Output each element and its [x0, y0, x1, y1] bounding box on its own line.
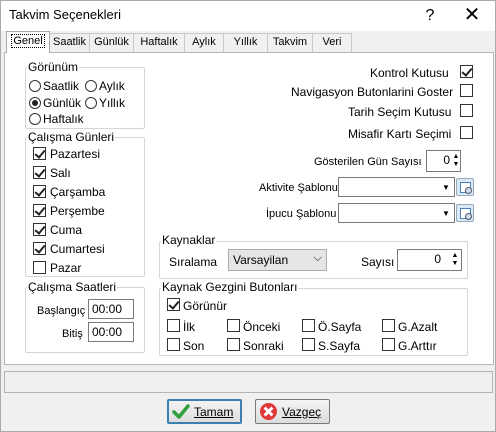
day-label-persembe: Perşembe [50, 204, 105, 218]
nav-zoom-out-label: G.Azalt [398, 320, 438, 334]
shown-days-label: Gösterilen Gün Sayısı [314, 156, 422, 168]
cancel-button-label: Vazgeç [282, 405, 322, 419]
nav-prev-label: Önceki [243, 320, 281, 334]
radio-label-aylik: Aylık [99, 79, 125, 93]
radio-label-gunluk: Günlük [43, 96, 82, 110]
visible-label: Görünür [183, 299, 228, 313]
checkbox-pazartesi[interactable] [33, 147, 46, 160]
end-time-input[interactable]: 00:00 [88, 322, 134, 342]
checkbox-persembe[interactable] [33, 204, 46, 217]
end-label: Bitiş [62, 328, 83, 340]
workdays-group-title: Çalışma Günleri [27, 130, 116, 144]
nav-last-checkbox[interactable] [167, 338, 180, 351]
spin-down-icon[interactable]: ▼ [452, 161, 460, 169]
day-label-carsamba: Çarşamba [50, 185, 106, 199]
day-label-sali: Salı [50, 166, 71, 180]
count-label: Sayısı [361, 255, 395, 269]
chevron-down-icon: ⌵ [313, 252, 322, 264]
nav-group-title: Kaynak Gezgini Butonları [161, 280, 299, 294]
control-box-label: Kontrol Kutusu [370, 66, 449, 80]
radio-label-haftalik: Haftalık [43, 112, 84, 126]
window-title: Takvim Seçenekleri [9, 7, 121, 22]
start-time-input[interactable]: 00:00 [88, 299, 134, 319]
tab-aylik[interactable]: Aylık [184, 33, 224, 52]
spin-down-icon[interactable]: ▼ [451, 260, 459, 268]
help-button[interactable]: ? [413, 1, 447, 31]
activity-template-label: Aktivite Şablonu [259, 182, 338, 194]
radio-saatlik[interactable] [29, 80, 41, 92]
nav-zoom-in-label: G.Arttır [398, 339, 437, 353]
cancel-button[interactable]: Vazgeç [255, 399, 330, 424]
workhours-group-title: Çalışma Saatleri [27, 280, 118, 294]
day-label-pazartesi: Pazartesi [50, 147, 101, 161]
view-group-title: Görünüm [27, 60, 80, 74]
nav-first-label: İlk [183, 320, 195, 334]
tab-takvim[interactable]: Takvim [267, 33, 313, 52]
tab-gunluk[interactable]: Günlük [89, 33, 134, 52]
tab-yillik[interactable]: Yıllık [223, 33, 268, 52]
checkbox-sali[interactable] [33, 166, 46, 179]
nav-prev-checkbox[interactable] [227, 319, 240, 332]
radio-yillik[interactable] [85, 97, 97, 109]
nav-zoom-out-checkbox[interactable] [382, 319, 395, 332]
checkbox-cuma[interactable] [33, 223, 46, 236]
spin-up-icon[interactable]: ▲ [452, 153, 460, 161]
nav-first-checkbox[interactable] [167, 319, 180, 332]
nav-buttons-checkbox[interactable] [460, 84, 473, 97]
ok-button-label: Tamam [194, 405, 234, 419]
checkbox-cumartesi[interactable] [33, 242, 46, 255]
tooltip-template-combo[interactable]: ▼ [338, 203, 455, 223]
checkbox-carsamba[interactable] [33, 185, 46, 198]
date-picker-label: Tarih Seçim Kutusu [348, 105, 452, 119]
resources-group-title: Kaynaklar [161, 233, 217, 247]
nav-prev-page-checkbox[interactable] [302, 319, 315, 332]
activity-template-combo[interactable]: ▼ [338, 177, 455, 197]
nav-last-label: Son [183, 339, 205, 353]
guest-card-label: Misafir Kartı Seçimi [348, 127, 452, 141]
nav-next-page-label: S.Sayfa [318, 339, 361, 353]
nav-buttons-label: Navigasyon Butonlarini Goster [291, 85, 454, 99]
day-label-cumartesi: Cumartesi [50, 242, 105, 256]
tooltip-template-label: İpucu Şablonu [266, 208, 337, 220]
title-bar: Takvim Seçenekleri ? ✕ [1, 1, 495, 31]
tab-veri[interactable]: Veri [312, 33, 352, 52]
nav-next-page-checkbox[interactable] [302, 338, 315, 351]
day-label-pazar: Pazar [50, 261, 82, 275]
nav-next-label: Sonraki [243, 339, 284, 353]
lookup-icon[interactable] [456, 178, 474, 196]
sort-select[interactable]: Varsayilan ⌵ [228, 249, 327, 271]
cancel-icon [260, 403, 277, 420]
close-button[interactable]: ✕ [449, 1, 495, 31]
day-label-cuma: Cuma [50, 223, 83, 237]
status-bar [4, 371, 493, 393]
sort-select-value: Varsayilan [233, 253, 289, 267]
tab-genel[interactable]: Genel [6, 31, 50, 53]
nav-next-checkbox[interactable] [227, 338, 240, 351]
tab-label: Genel [11, 34, 45, 48]
start-label: Başlangıç [37, 305, 86, 317]
checkbox-pazar[interactable] [33, 261, 46, 274]
radio-label-yillik: Yıllık [99, 96, 126, 110]
nav-zoom-in-checkbox[interactable] [382, 338, 395, 351]
tab-saatlik[interactable]: Saatlik [49, 33, 90, 52]
lookup-icon[interactable] [456, 204, 474, 222]
control-box-checkbox[interactable] [460, 65, 473, 78]
sort-label: Sıralama [169, 255, 218, 269]
radio-label-saatlik: Saatlik [43, 79, 80, 93]
chevron-down-icon[interactable]: ▼ [439, 205, 453, 222]
spin-up-icon[interactable]: ▲ [451, 252, 459, 260]
tab-haftalik[interactable]: Haftalık [133, 33, 185, 52]
nav-prev-page-label: Ö.Sayfa [318, 320, 362, 334]
workhours-group [25, 287, 145, 353]
chevron-down-icon[interactable]: ▼ [439, 179, 453, 196]
visible-checkbox[interactable] [167, 298, 180, 311]
checkmark-icon [172, 404, 190, 419]
dialog-window: Takvim Seçenekleri ? ✕ Genel Saatlik Gün… [0, 0, 496, 432]
radio-gunluk[interactable] [29, 97, 41, 109]
radio-aylik[interactable] [85, 80, 97, 92]
radio-haftalik[interactable] [29, 113, 41, 125]
guest-card-checkbox[interactable] [460, 126, 473, 139]
ok-button[interactable]: Tamam [167, 399, 242, 424]
date-picker-checkbox[interactable] [460, 104, 473, 117]
